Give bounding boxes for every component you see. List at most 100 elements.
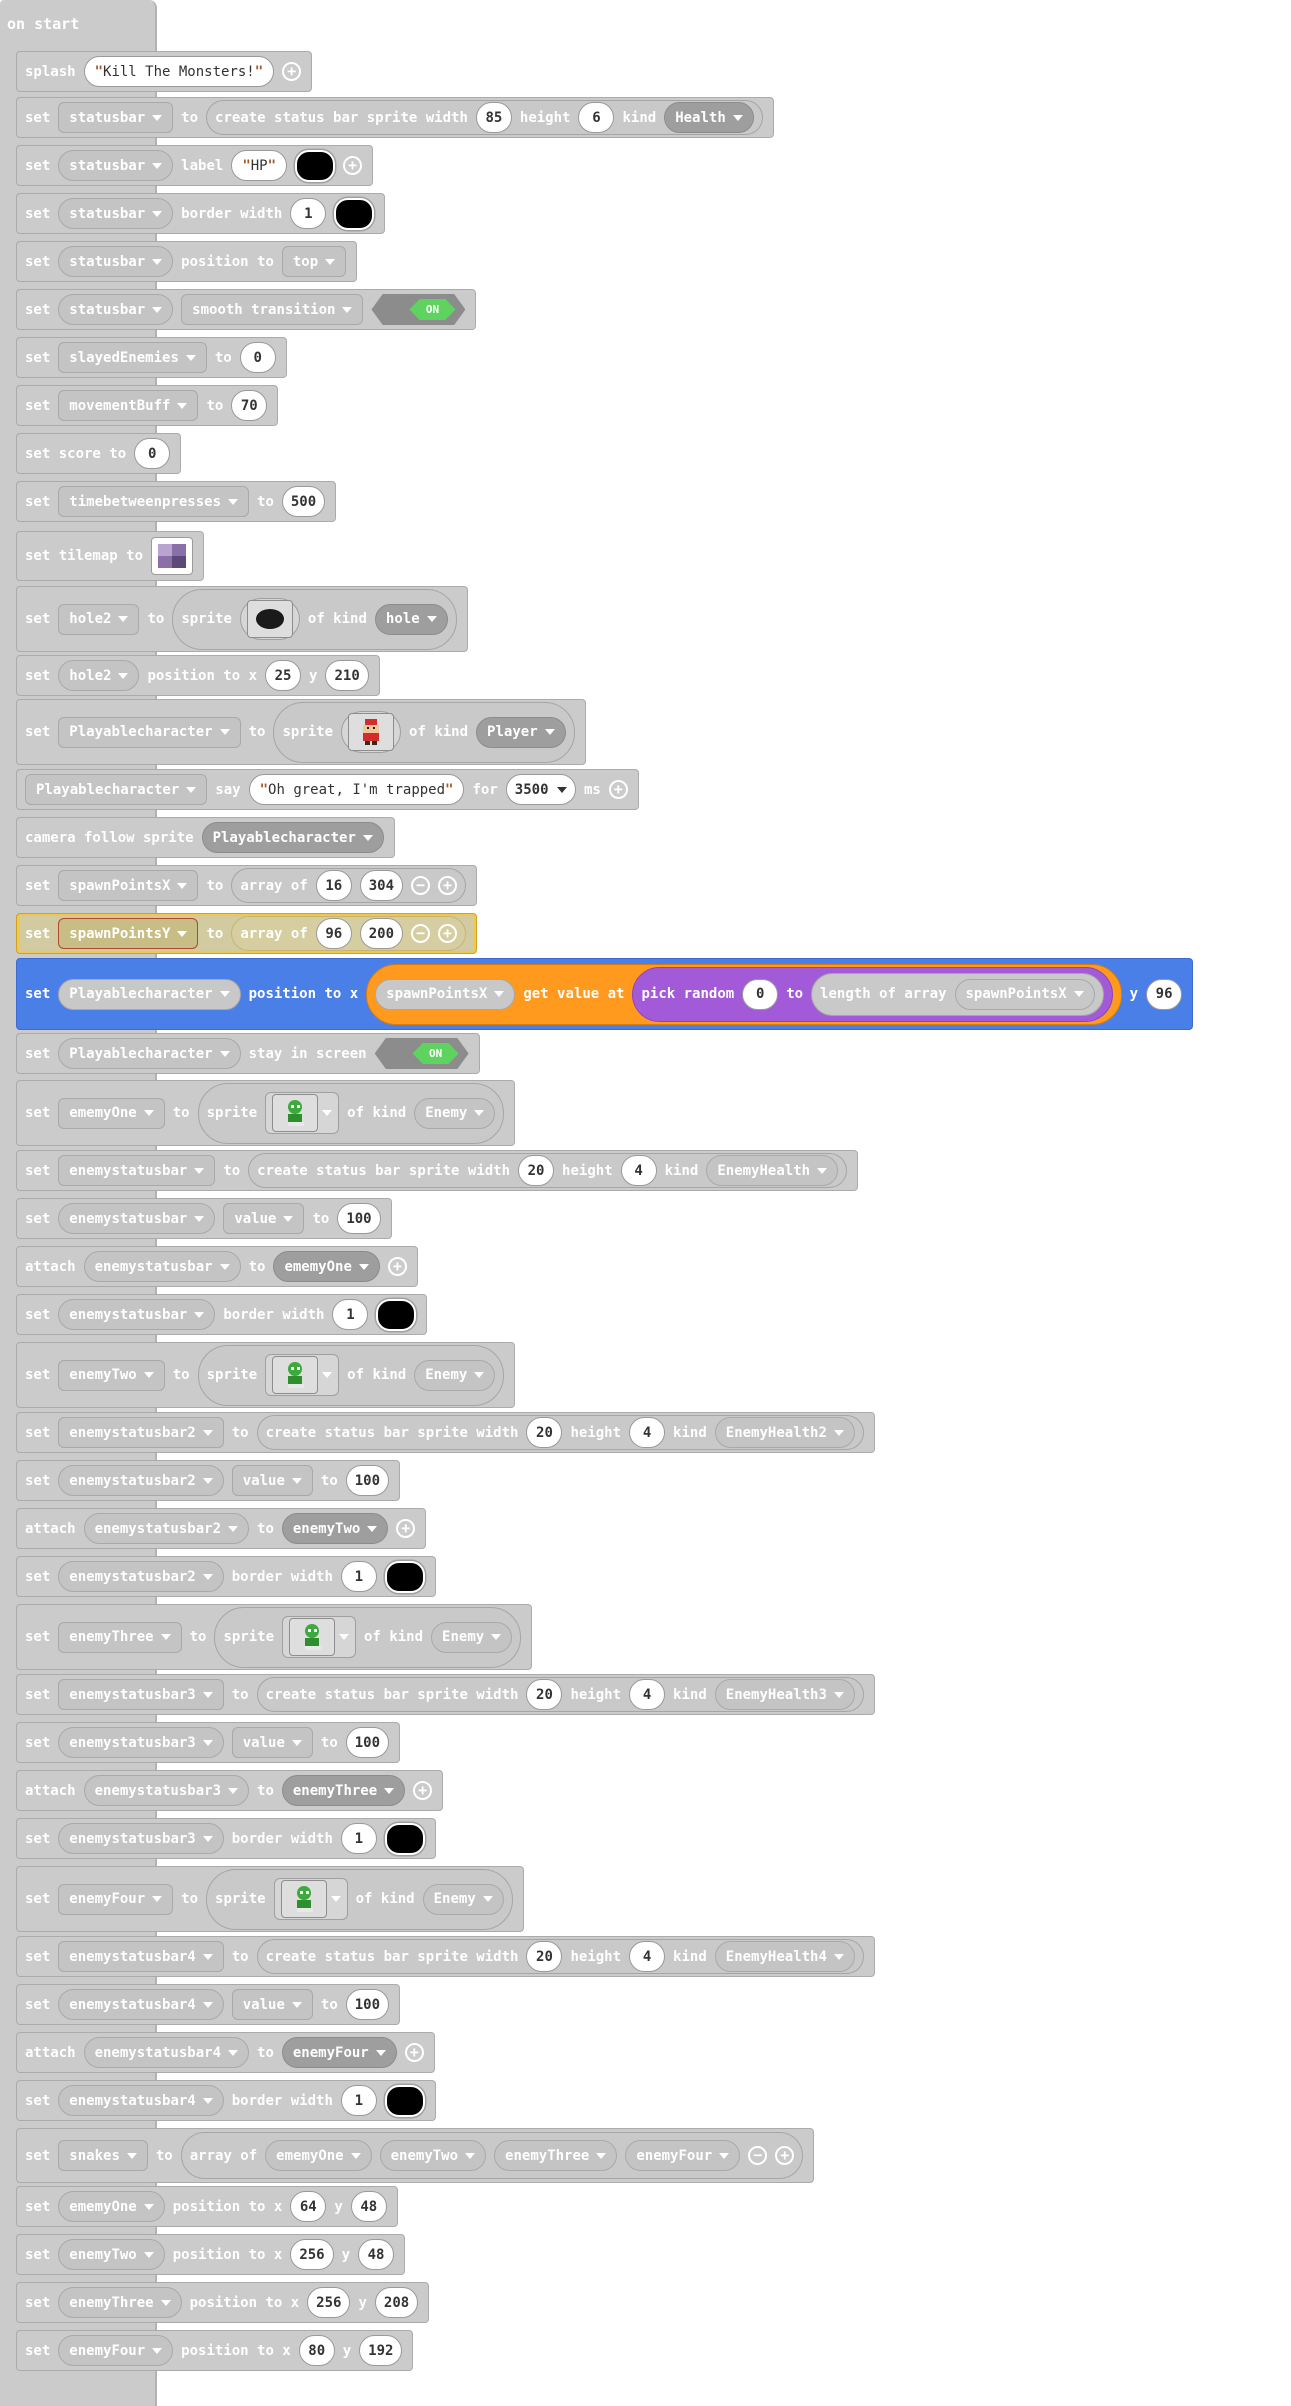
set-enemystatusbar-border-block[interactable]: set enemystatusbar border width 1	[16, 1294, 428, 1335]
set-timebetweenpresses-block[interactable]: set timebetweenpresses to 500	[16, 481, 337, 522]
sprite-of-kind-reporter[interactable]: sprite of kind Enemy	[206, 1868, 513, 1930]
plus-icon[interactable]: +	[413, 1781, 433, 1800]
var-dropdown[interactable]: enemyTwo	[58, 1359, 165, 1391]
var-dropdown[interactable]: hole2	[58, 660, 140, 691]
create-status-bar-reporter[interactable]: create status bar sprite width 20 height…	[256, 1677, 864, 1712]
border-width-input[interactable]: 1	[340, 1561, 377, 1592]
array-item-input[interactable]: 200	[359, 918, 404, 949]
var-dropdown[interactable]: ememyOne	[58, 1097, 165, 1129]
x-input[interactable]: 256	[307, 2287, 351, 2318]
create-status-bar-reporter[interactable]: create status bar sprite width 85 height…	[206, 100, 763, 135]
duration-dropdown[interactable]: 3500	[505, 774, 576, 805]
y-input[interactable]: 96	[1146, 978, 1183, 1010]
value-input[interactable]: 100	[337, 1203, 381, 1234]
value-input[interactable]: 100	[345, 1727, 390, 1758]
var-dropdown[interactable]: enemystatusbar3	[58, 1679, 224, 1710]
sprite-image-picker[interactable]	[273, 1878, 348, 1920]
color-picker[interactable]	[376, 1298, 417, 1331]
plus-icon[interactable]: +	[343, 156, 363, 175]
sprite-of-kind-reporter[interactable]: sprite of kind Player	[273, 701, 575, 763]
label-text-input[interactable]: " HP "	[231, 150, 288, 181]
sprite-image-picker[interactable]	[282, 1616, 357, 1658]
value-input[interactable]: 500	[281, 486, 326, 517]
sprite-dropdown[interactable]: enemyFour	[281, 2037, 397, 2068]
var-dropdown[interactable]: Playablecharacter	[25, 774, 208, 805]
set-enemystatusbar-value-block[interactable]: set enemystatusbar value to 100	[16, 1198, 392, 1239]
set-enemy-two-position-block[interactable]: set enemyTwo position to x 256 y 48	[16, 2234, 406, 2275]
y-input[interactable]: 48	[350, 2191, 387, 2222]
sprite-dropdown[interactable]: ememyOne	[273, 1251, 380, 1282]
set-enemystatusbar4-value-block[interactable]: set enemystatusbar4 value to 100	[16, 1984, 401, 2025]
set-enemy-four-position-block[interactable]: set enemyFour position to x 80 y 192	[16, 2330, 414, 2371]
attach-enemystatusbar2-block[interactable]: attach enemystatusbar2 to enemyTwo +	[16, 1508, 427, 1549]
kind-dropdown[interactable]: Enemy	[414, 1359, 496, 1391]
var-dropdown[interactable]: enemystatusbar3	[58, 1727, 224, 1758]
set-statusbar-position-block[interactable]: set statusbar position to top	[16, 241, 358, 282]
var-dropdown[interactable]: enemyFour	[58, 2335, 174, 2366]
var-dropdown[interactable]: enemystatusbar	[83, 1251, 241, 1282]
set-hole2-position-block[interactable]: set hole2 position to x 25 y 210	[16, 655, 380, 696]
create-status-bar-reporter[interactable]: create status bar sprite width 20 height…	[256, 1415, 864, 1450]
var-dropdown[interactable]: Playablecharacter	[58, 716, 241, 748]
width-input[interactable]: 20	[526, 1679, 563, 1710]
height-input[interactable]: 4	[629, 1941, 666, 1972]
plus-icon[interactable]: +	[608, 780, 628, 799]
set-spawnpointsy-block[interactable]: set spawnPointsY to array of 96 200 − +	[16, 913, 478, 954]
attach-enemystatusbar3-block[interactable]: attach enemystatusbar3 to enemyThree +	[16, 1770, 444, 1811]
height-input[interactable]: 4	[629, 1679, 666, 1710]
position-dropdown[interactable]: top	[281, 246, 347, 277]
array-item-input[interactable]: 16	[315, 870, 352, 901]
set-statusbar-smooth-block[interactable]: set statusbar smooth transition ON	[16, 289, 477, 330]
set-statusbar-create-block[interactable]: set statusbar to create status bar sprit…	[16, 97, 774, 138]
set-snakes-block[interactable]: set snakes to array of ememyOne enemyTwo…	[16, 2128, 815, 2183]
set-enemy-two-sprite-block[interactable]: set enemyTwo to sprite of kind Enemy	[16, 1342, 516, 1408]
attach-enemystatusbar-block[interactable]: attach enemystatusbar to ememyOne +	[16, 1246, 418, 1287]
var-dropdown[interactable]: enemystatusbar2	[58, 1465, 224, 1496]
minus-icon[interactable]: −	[411, 876, 431, 895]
array-item-input[interactable]: 96	[315, 918, 352, 949]
set-slayed-enemies-block[interactable]: set slayedEnemies to 0	[16, 337, 287, 378]
kind-dropdown[interactable]: EnemyHealth4	[714, 1941, 855, 1972]
border-width-input[interactable]: 1	[332, 1299, 369, 1330]
set-enemystatusbar2-create-block[interactable]: set enemystatusbar2 to create status bar…	[16, 1412, 875, 1453]
create-status-bar-reporter[interactable]: create status bar sprite width 20 height…	[256, 1939, 864, 1974]
border-width-input[interactable]: 1	[340, 2085, 377, 2116]
x-input[interactable]: 80	[298, 2335, 335, 2366]
value-input[interactable]: 0	[239, 342, 276, 373]
sprite-of-kind-reporter[interactable]: sprite of kind Enemy	[197, 1082, 505, 1144]
var-dropdown[interactable]: ememyOne	[58, 2191, 165, 2222]
property-dropdown[interactable]: smooth transition	[181, 294, 364, 325]
set-enemystatusbar4-border-block[interactable]: set enemystatusbar4 border width 1	[16, 2080, 436, 2121]
splash-text-input[interactable]: " Kill The Monsters! "	[83, 56, 275, 87]
var-dropdown[interactable]: statusbar	[58, 198, 174, 229]
set-playable-position-block[interactable]: set Playablecharacter position to x spaw…	[16, 958, 1194, 1030]
array-get-value-reporter[interactable]: spawnPointsX get value at pick random 0 …	[366, 963, 1122, 1025]
on-toggle[interactable]: ON	[374, 1038, 469, 1069]
set-enemystatusbar3-create-block[interactable]: set enemystatusbar3 to create status bar…	[16, 1674, 875, 1715]
var-dropdown[interactable]: spawnPointsY	[58, 918, 199, 949]
var-dropdown[interactable]: enemystatusbar	[58, 1155, 216, 1186]
sprite-dropdown[interactable]: enemyThree	[281, 1775, 406, 1806]
height-input[interactable]: 4	[629, 1417, 666, 1448]
var-dropdown[interactable]: enemyFour	[58, 1883, 174, 1915]
sprite-image-picker[interactable]	[341, 711, 402, 753]
width-input[interactable]: 20	[526, 1417, 563, 1448]
y-input[interactable]: 208	[374, 2287, 419, 2318]
plus-icon[interactable]: +	[775, 2146, 795, 2165]
var-dropdown[interactable]: hole2	[58, 603, 140, 635]
sprite-of-kind-reporter[interactable]: sprite of kind Enemy	[197, 1344, 505, 1406]
kind-dropdown[interactable]: Enemy	[422, 1883, 504, 1915]
pick-random-reporter[interactable]: pick random 0 to length of array spawnPo…	[632, 966, 1113, 1022]
var-dropdown[interactable]: enemystatusbar2	[58, 1561, 224, 1592]
array-item-input[interactable]: 304	[359, 870, 404, 901]
border-width-input[interactable]: 1	[340, 1823, 377, 1854]
var-dropdown[interactable]: statusbar	[58, 150, 174, 181]
set-movement-buff-block[interactable]: set movementBuff to 70	[16, 385, 279, 426]
set-statusbar-label-block[interactable]: set statusbar label " HP " +	[16, 145, 374, 186]
array-item-dropdown[interactable]: ememyOne	[265, 2140, 372, 2171]
camera-follow-block[interactable]: camera follow sprite Playablecharacter	[16, 817, 395, 858]
sprite-image-picker[interactable]	[265, 1354, 340, 1396]
set-enemystatusbar-create-block[interactable]: set enemystatusbar to create status bar …	[16, 1150, 859, 1191]
plus-icon[interactable]: +	[396, 1519, 416, 1538]
kind-dropdown[interactable]: Player	[476, 716, 566, 748]
